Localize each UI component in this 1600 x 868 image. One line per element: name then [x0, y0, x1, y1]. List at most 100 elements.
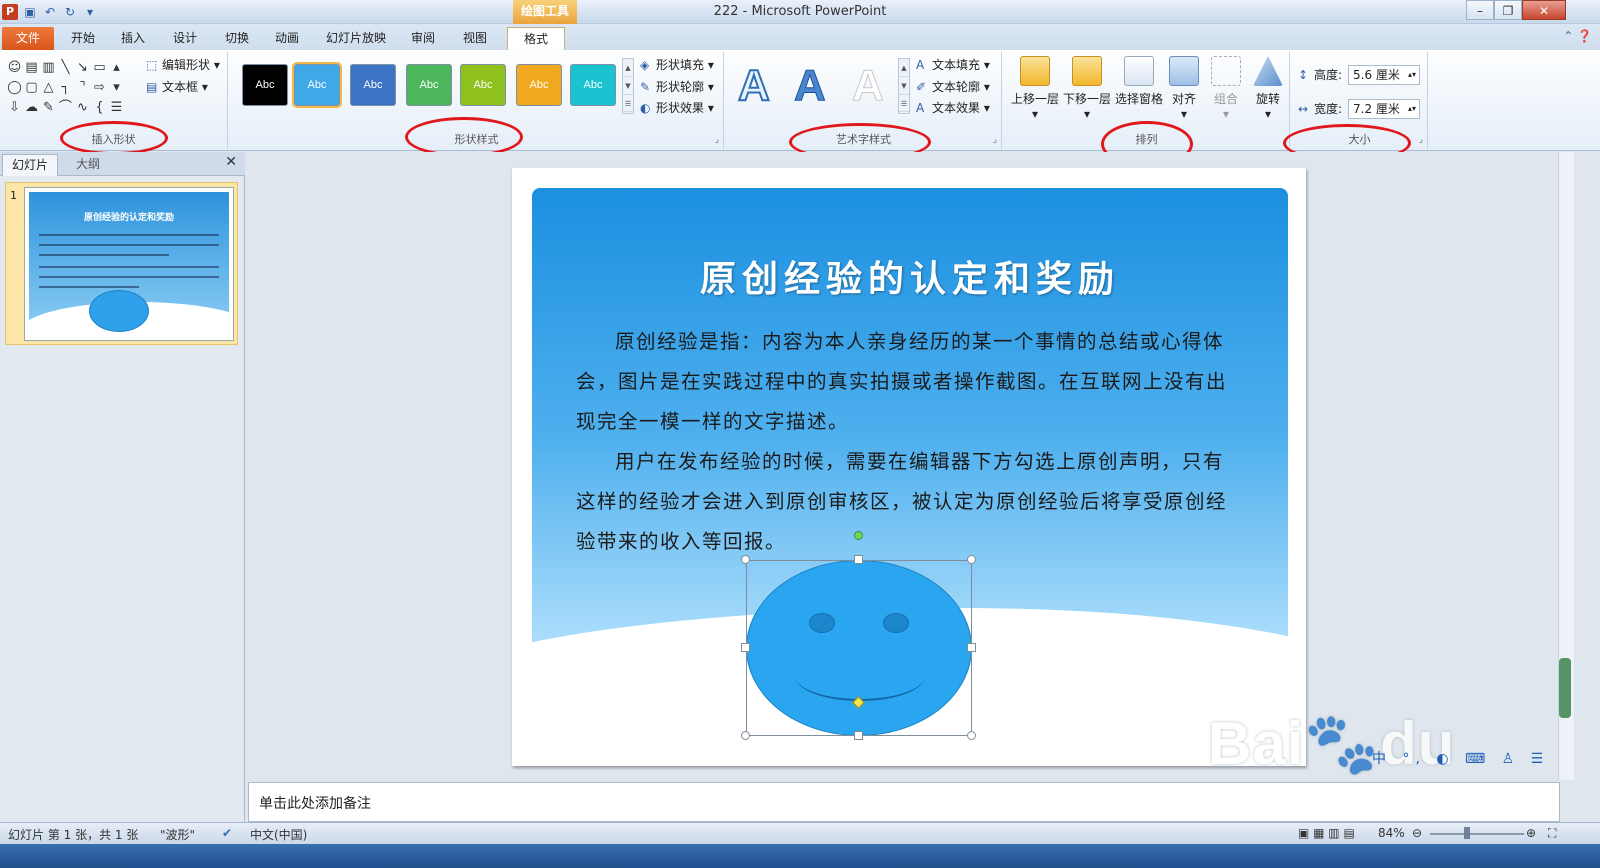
- restore-button[interactable]: ❐: [1494, 0, 1522, 20]
- close-button[interactable]: ✕: [1522, 0, 1566, 20]
- group-button[interactable]: 组合 ▾: [1206, 56, 1246, 121]
- tab-file[interactable]: 文件: [2, 27, 54, 50]
- gallery-more-icon[interactable]: ☰: [108, 98, 125, 118]
- fit-to-window-icon[interactable]: ⛶: [1548, 826, 1556, 841]
- tab-slideshow[interactable]: 幻灯片放映: [320, 27, 392, 50]
- rectangle-shape-icon[interactable]: ▭: [91, 58, 108, 78]
- spell-check-icon[interactable]: ✔: [222, 826, 232, 840]
- line-shape-icon[interactable]: ╲: [57, 58, 74, 78]
- slide-thumbnail-item[interactable]: 1 原创经验的认定和奖励: [5, 182, 238, 345]
- vertical-textbox-shape-icon[interactable]: ▥: [40, 58, 57, 78]
- wordart-style-1[interactable]: A: [737, 60, 771, 112]
- elbow-arrow-icon[interactable]: ⌝: [74, 78, 91, 98]
- slide-body-text[interactable]: 原创经验是指：内容为本人亲身经历的某一个事情的总结或心得体会，图片是在实践过程中…: [576, 322, 1236, 562]
- rotation-handle[interactable]: [854, 531, 863, 540]
- bring-forward-button[interactable]: 上移一层 ▾: [1008, 56, 1062, 121]
- resize-handle[interactable]: [741, 643, 750, 652]
- rounded-rect-shape-icon[interactable]: ▢: [23, 78, 40, 98]
- text-box-button[interactable]: ▤ 文本框 ▾: [146, 78, 208, 96]
- tab-home[interactable]: 开始: [64, 27, 102, 50]
- shape-style-swatch-1[interactable]: Abc: [242, 64, 288, 106]
- tab-view[interactable]: 视图: [456, 27, 494, 50]
- tab-format[interactable]: 格式: [507, 27, 565, 51]
- tab-slides[interactable]: 幻灯片: [2, 154, 58, 176]
- scrollbar-thumb[interactable]: [1559, 658, 1571, 718]
- triangle-shape-icon[interactable]: △: [40, 78, 57, 98]
- shape-fill-button[interactable]: ◈ 形状填充 ▾: [640, 56, 714, 74]
- resize-handle[interactable]: [967, 555, 976, 564]
- close-pane-icon[interactable]: ✕: [225, 154, 237, 170]
- tab-review[interactable]: 审阅: [404, 27, 442, 50]
- slide-thumbnail[interactable]: 原创经验的认定和奖励: [24, 187, 234, 341]
- right-arrow-shape-icon[interactable]: ⇨: [91, 78, 108, 98]
- help-icon[interactable]: ⌃ ❓: [1563, 29, 1592, 43]
- width-input[interactable]: 7.2 厘米 ▴▾: [1348, 99, 1420, 119]
- shape-styles-gallery-scroll[interactable]: ▲ ▼ ☰: [622, 58, 634, 114]
- brace-shape-icon[interactable]: {: [91, 98, 108, 118]
- view-buttons[interactable]: ▣ ▦ ▥ ▤: [1298, 826, 1355, 840]
- width-icon: ↔: [1298, 102, 1309, 116]
- freeform-shape-icon[interactable]: ✎: [40, 98, 57, 118]
- height-label: ↕ 高度:: [1298, 68, 1343, 82]
- resize-handle[interactable]: [854, 555, 863, 564]
- oval-shape-icon[interactable]: ◯: [6, 78, 23, 98]
- resize-handle[interactable]: [741, 555, 750, 564]
- shape-gallery[interactable]: ☺ ▤ ▥ ╲ ↘ ▭ ▴ ◯ ▢ △ ┐ ⌝ ⇨ ▾ ⇩ ☁ ✎ ⌒ ∿{☰: [6, 58, 125, 118]
- edit-shape-button[interactable]: ⬚ 编辑形状 ▾: [146, 56, 220, 74]
- zoom-out-icon[interactable]: ⊖: [1412, 826, 1422, 840]
- text-fill-button[interactable]: A 文本填充 ▾: [916, 56, 990, 74]
- selection-pane-button[interactable]: 选择窗格: [1112, 56, 1166, 107]
- zoom-in-icon[interactable]: ⊕: [1526, 826, 1536, 840]
- smiley-shape-icon[interactable]: ☺: [6, 58, 23, 78]
- elbow-connector-icon[interactable]: ┐: [57, 78, 74, 98]
- minimize-button[interactable]: –: [1466, 0, 1494, 20]
- resize-handle[interactable]: [967, 643, 976, 652]
- send-backward-button[interactable]: 下移一层 ▾: [1060, 56, 1114, 121]
- notes-pane[interactable]: 单击此处添加备注: [248, 782, 1560, 822]
- arc-shape-icon[interactable]: ⌒: [57, 98, 74, 118]
- resize-handle[interactable]: [741, 731, 750, 740]
- tab-animations[interactable]: 动画: [268, 27, 306, 50]
- arrow-line-shape-icon[interactable]: ↘: [74, 58, 91, 78]
- align-button[interactable]: 对齐 ▾: [1164, 56, 1204, 121]
- cloud-shape-icon[interactable]: ☁: [23, 98, 40, 118]
- ime-toolbar[interactable]: 中 °, ◐ ⌨ ♙ ☰: [1372, 748, 1572, 772]
- gallery-down-icon[interactable]: ▾: [108, 78, 125, 98]
- rotate-button[interactable]: 旋转 ▾: [1248, 56, 1288, 121]
- resize-handle[interactable]: [854, 731, 863, 740]
- zoom-level[interactable]: 84%: [1378, 826, 1405, 840]
- down-arrow-shape-icon[interactable]: ⇩: [6, 98, 23, 118]
- dialog-launcher-icon[interactable]: ⌟: [1419, 135, 1423, 145]
- shape-effects-button[interactable]: ◐ 形状效果 ▾: [640, 99, 714, 117]
- tab-design[interactable]: 设计: [166, 27, 204, 50]
- height-input[interactable]: 5.6 厘米 ▴▾: [1348, 65, 1420, 85]
- language-status[interactable]: 中文(中国): [250, 826, 307, 843]
- text-outline-button[interactable]: ✐ 文本轮廓 ▾: [916, 78, 990, 96]
- zoom-slider-thumb[interactable]: [1464, 827, 1470, 839]
- wordart-gallery-scroll[interactable]: ▲ ▼ ☰: [898, 58, 910, 114]
- curve-shape-icon[interactable]: ∿: [74, 98, 91, 118]
- text-effects-icon: A: [916, 101, 925, 115]
- tab-insert[interactable]: 插入: [114, 27, 152, 50]
- text-effects-button[interactable]: A 文本效果 ▾: [916, 99, 990, 117]
- tab-transitions[interactable]: 切换: [218, 27, 256, 50]
- shape-style-swatch-4[interactable]: Abc: [406, 64, 452, 106]
- shape-style-swatch-7[interactable]: Abc: [570, 64, 616, 106]
- shape-style-swatch-3[interactable]: Abc: [350, 64, 396, 106]
- shape-style-swatch-6[interactable]: Abc: [516, 64, 562, 106]
- shape-style-swatch-5[interactable]: Abc: [460, 64, 506, 106]
- width-spinner-icon[interactable]: ▴▾: [1408, 100, 1416, 118]
- height-spinner-icon[interactable]: ▴▾: [1408, 66, 1416, 84]
- wordart-style-3[interactable]: A: [852, 60, 885, 112]
- dialog-launcher-icon[interactable]: ⌟: [715, 135, 719, 145]
- textbox-shape-icon[interactable]: ▤: [23, 58, 40, 78]
- shape-style-swatch-2[interactable]: Abc: [292, 62, 342, 108]
- gallery-up-icon[interactable]: ▴: [108, 58, 125, 78]
- shape-outline-button[interactable]: ✎ 形状轮廓 ▾: [640, 78, 714, 96]
- zoom-slider-track[interactable]: [1430, 833, 1524, 835]
- tab-outline[interactable]: 大纲: [60, 154, 116, 176]
- slide-title[interactable]: 原创经验的认定和奖励: [532, 250, 1288, 302]
- resize-handle[interactable]: [967, 731, 976, 740]
- wordart-style-2[interactable]: A: [794, 60, 827, 112]
- dialog-launcher-icon[interactable]: ⌟: [993, 135, 997, 145]
